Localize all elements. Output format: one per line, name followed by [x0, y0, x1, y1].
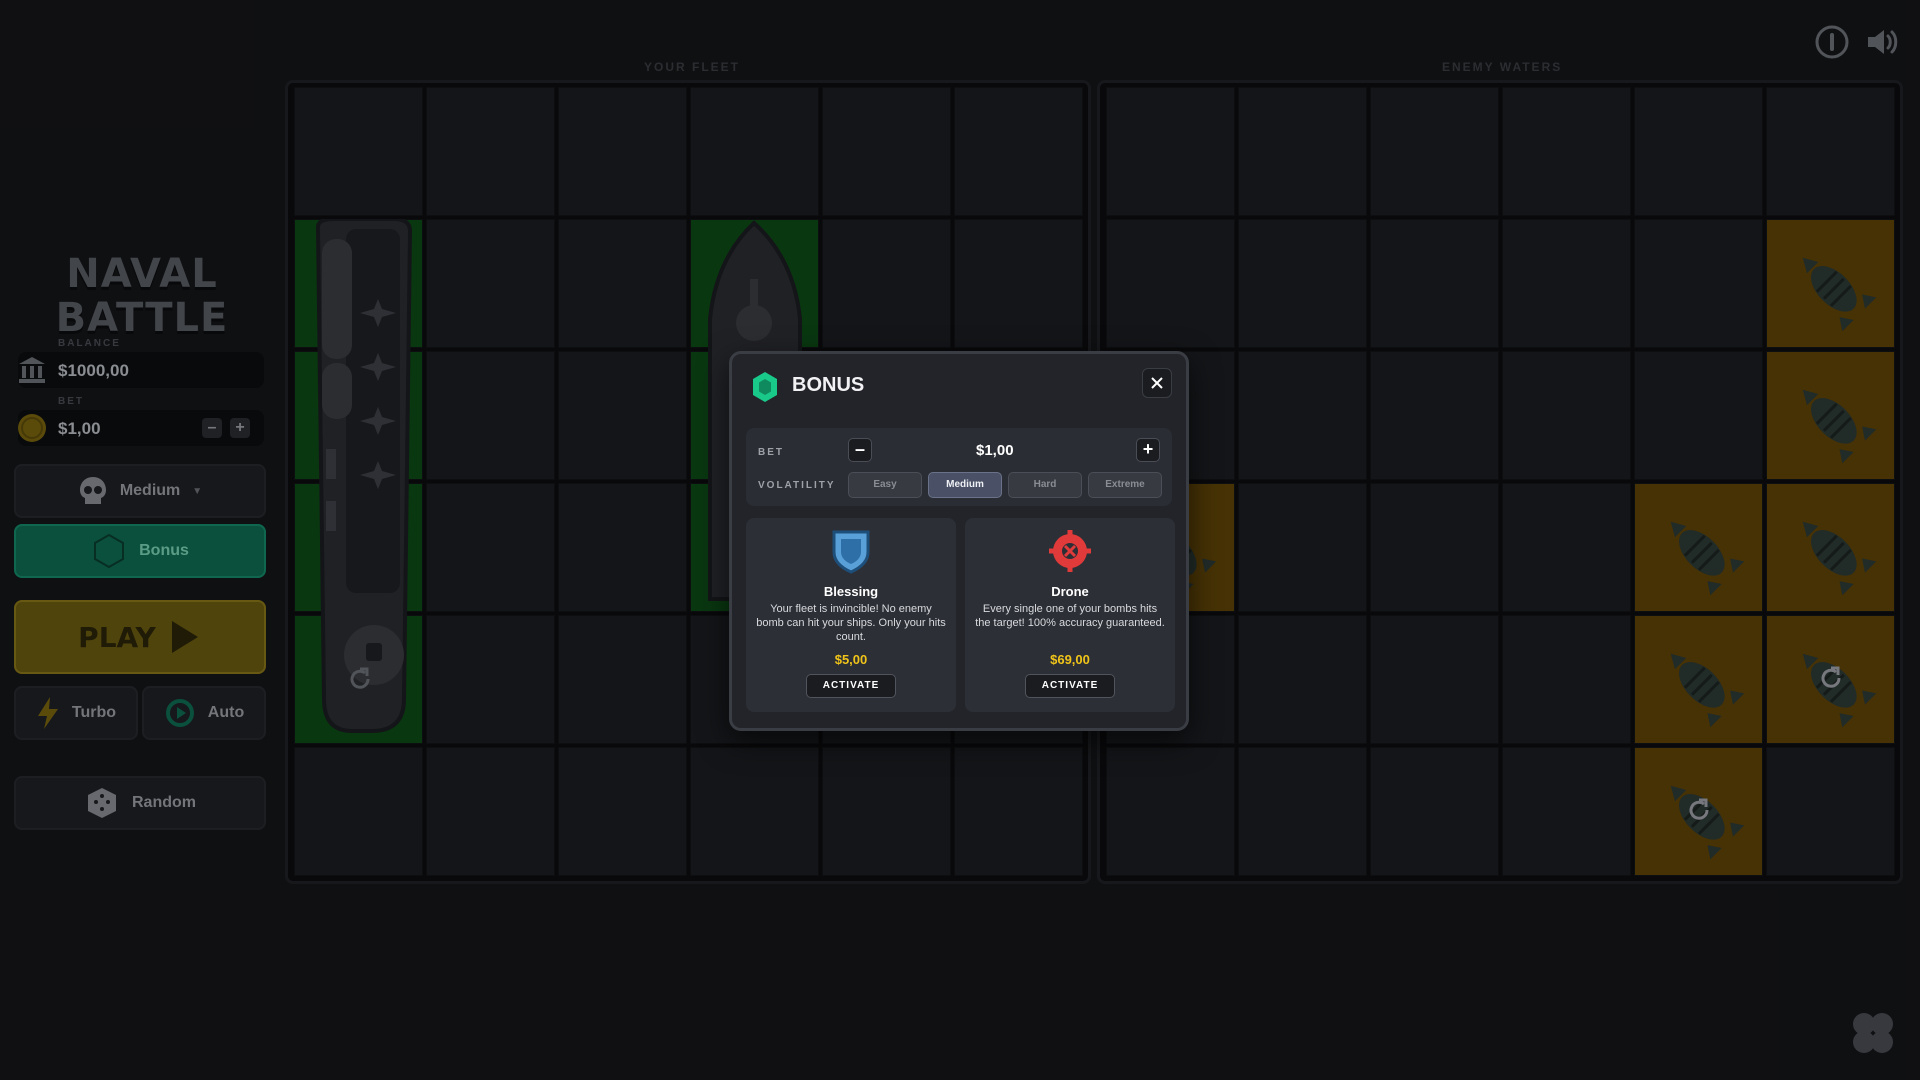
close-icon: [1151, 377, 1163, 389]
activate-drone-button[interactable]: ACTIVATE: [1025, 674, 1115, 698]
card-price: $5,00: [834, 652, 868, 667]
card-title: Blessing: [823, 584, 879, 599]
modal-title: BONUS: [792, 374, 865, 396]
modal-bet-label: BET: [758, 447, 784, 458]
volatility-hard-button[interactable]: Hard: [1008, 472, 1082, 498]
crosshair-icon: [1049, 530, 1091, 572]
volatility-easy-button[interactable]: Easy: [848, 472, 922, 498]
hexagon-icon: [753, 372, 777, 402]
volatility-label: VOLATILITY: [758, 480, 836, 491]
modal-bet-decrease-button[interactable]: –: [848, 438, 872, 462]
bonus-settings: BET – $1,00 + VOLATILITY Easy Medium Har…: [746, 428, 1172, 506]
modal-bet-value: $1,00: [976, 442, 1014, 459]
bonus-card-blessing: Blessing Your fleet is invincible! No en…: [746, 518, 956, 712]
activate-blessing-button[interactable]: ACTIVATE: [806, 674, 896, 698]
card-description: Every single one of your bombs hits the …: [975, 603, 1165, 629]
modal-bet-increase-button[interactable]: +: [1136, 438, 1160, 462]
close-button[interactable]: [1142, 368, 1172, 398]
card-description: Your fleet is invincible! No enemy bomb …: [756, 603, 946, 643]
card-title: Drone: [1051, 584, 1089, 599]
volatility-medium-button[interactable]: Medium: [928, 472, 1002, 498]
volatility-extreme-button[interactable]: Extreme: [1088, 472, 1162, 498]
bonus-card-drone: Drone Every single one of your bombs hit…: [965, 518, 1175, 712]
card-price: $69,00: [1050, 652, 1090, 667]
bonus-modal: BONUS BET – $1,00 + VOLATILITY Easy Medi…: [729, 351, 1189, 731]
shield-icon: [832, 530, 870, 574]
